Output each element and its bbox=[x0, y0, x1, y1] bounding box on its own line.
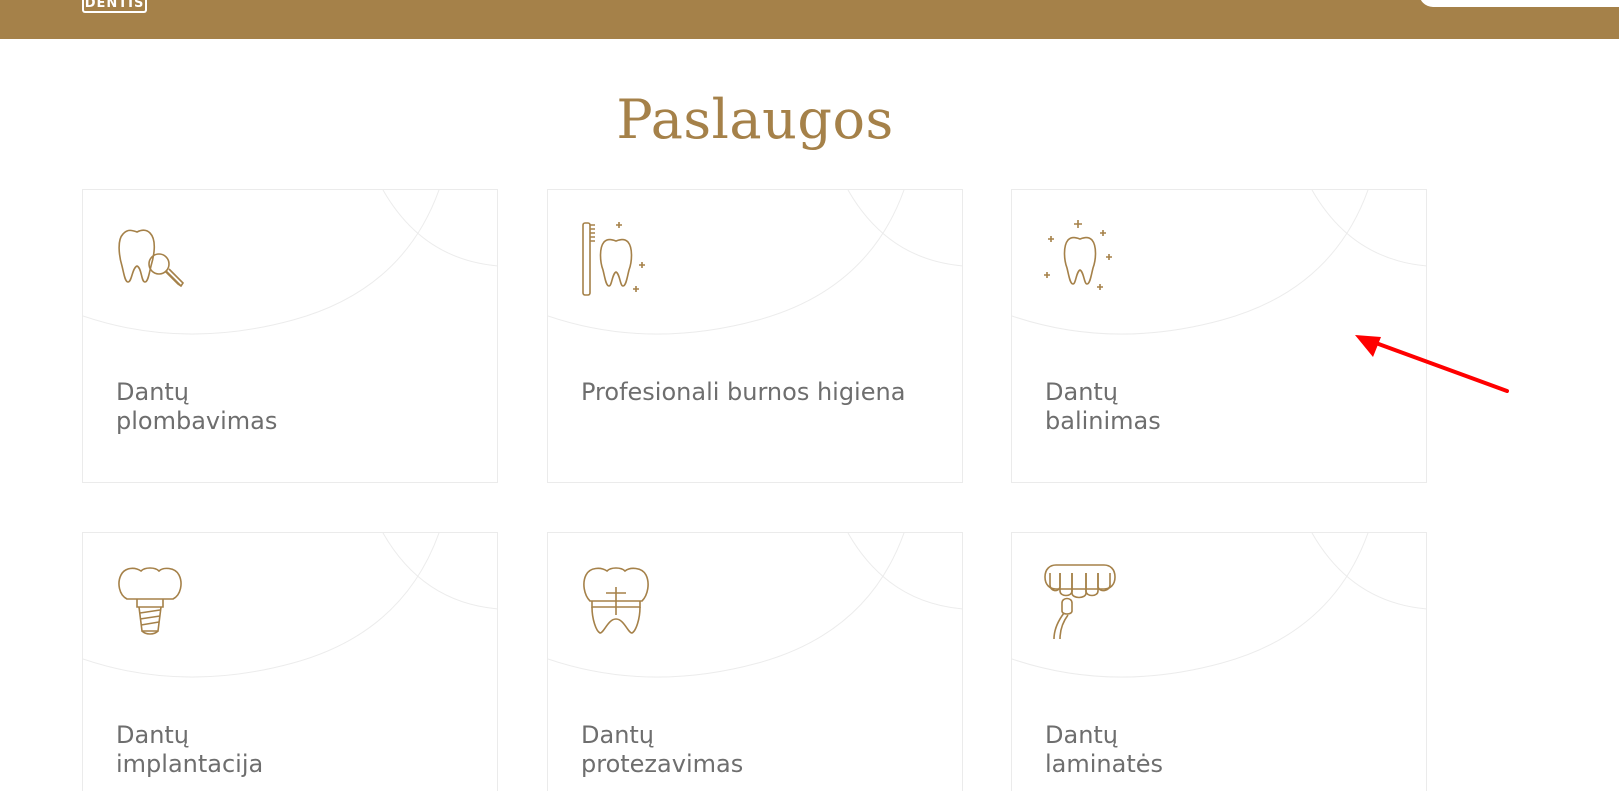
dental-implant-icon bbox=[118, 567, 182, 635]
toothbrush-tooth-icon bbox=[582, 222, 645, 296]
service-label: Dantų balinimas bbox=[1045, 378, 1161, 435]
sparkling-tooth-icon bbox=[1044, 220, 1112, 290]
service-card-prosthetics[interactable]: Dantų protezavimas bbox=[547, 532, 963, 791]
annotation-arrow-icon bbox=[1355, 335, 1509, 393]
veneers-icon bbox=[1044, 564, 1116, 640]
service-label: Dantų implantacija bbox=[116, 721, 264, 778]
dental-crown-icon bbox=[583, 567, 649, 634]
service-label: Dantų laminatės bbox=[1045, 721, 1164, 778]
tooth-magnifier-icon bbox=[118, 229, 185, 288]
header-action-pill[interactable] bbox=[1419, 0, 1619, 7]
section-title: Paslaugos bbox=[616, 88, 894, 151]
site-logo[interactable]: DENTIS bbox=[82, 0, 147, 13]
service-card-fillings[interactable]: Dantų plombavimas bbox=[82, 189, 498, 483]
service-label: Dantų protezavimas bbox=[581, 721, 744, 778]
service-label: Dantų plombavimas bbox=[116, 378, 278, 435]
service-label: Profesionali burnos higiena bbox=[581, 378, 906, 406]
site-logo-text: DENTIS bbox=[84, 0, 145, 11]
service-card-implants[interactable]: Dantų implantacija bbox=[82, 532, 498, 791]
service-card-hygiene[interactable]: Profesionali burnos higiena bbox=[547, 189, 963, 483]
service-card-veneers[interactable]: Dantų laminatės bbox=[1011, 532, 1427, 791]
site-header: DENTIS bbox=[0, 0, 1619, 39]
